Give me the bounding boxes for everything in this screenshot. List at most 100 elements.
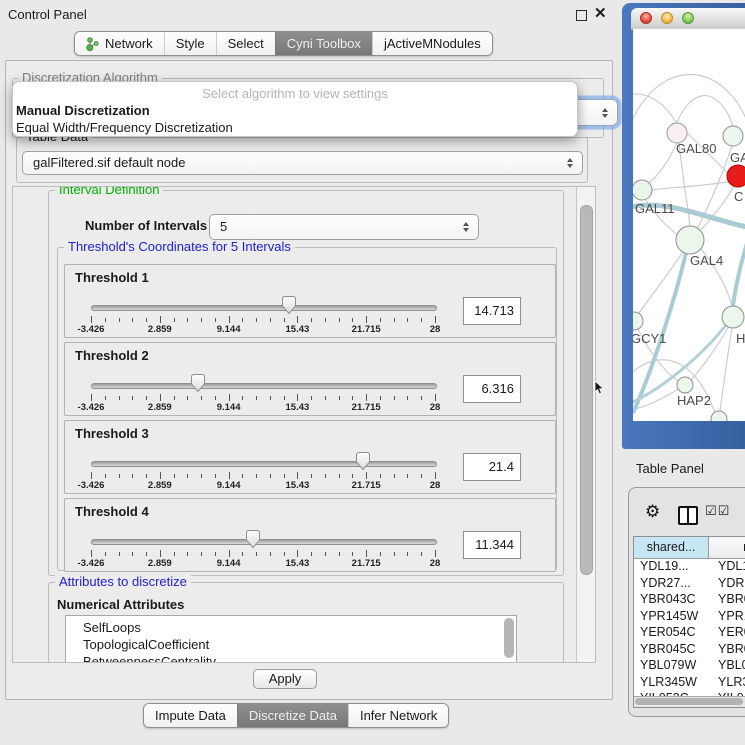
table-body: YDL19...YDL1YDR27...YDR2YBR043CYBR0YPR14… [634, 558, 745, 697]
tab-infer-network[interactable]: Infer Network [348, 704, 448, 727]
close-window-icon[interactable] [640, 12, 652, 24]
network-node-ga[interactable] [723, 126, 743, 146]
table-row[interactable]: YPR145WYPR1 [634, 608, 745, 625]
table-cell: YDR27... [634, 575, 709, 592]
slider-tick [421, 552, 422, 556]
network-edge [691, 326, 729, 380]
network-node-c[interactable] [727, 165, 745, 187]
table-column-header[interactable]: na [709, 537, 745, 558]
slider-tick [325, 318, 326, 322]
attribute-item[interactable]: TopologicalCoefficient [66, 636, 516, 653]
slider-tick-label: 21.715 [352, 480, 381, 491]
table-row[interactable]: YBL079WYBL0 [634, 657, 745, 674]
vertical-scrollbar[interactable] [576, 187, 595, 662]
tab-impute-data[interactable]: Impute Data [144, 704, 237, 727]
threshold-value-field[interactable]: 11.344 [463, 531, 521, 559]
network-node-hap2[interactable] [677, 377, 693, 393]
threshold-value-field[interactable]: 14.713 [463, 297, 521, 325]
table-column-header[interactable]: shared... [634, 537, 709, 558]
algorithm-option[interactable]: Equal Width/Frequency Discretization [13, 119, 577, 136]
network-node-gal4[interactable] [676, 226, 704, 254]
gear-icon[interactable]: ⚙ [645, 502, 660, 522]
network-node-gcy1[interactable] [633, 312, 643, 330]
table-row[interactable]: YDL19...YDL1 [634, 558, 745, 575]
slider-track[interactable] [91, 383, 437, 389]
table-cell: YBL079W [634, 657, 709, 674]
slider-tick [352, 552, 353, 556]
tab-cyni-toolbox[interactable]: Cyni Toolbox [275, 32, 372, 55]
table-cell: YDL1 [709, 558, 745, 575]
number-of-intervals-label: Number of Intervals [85, 218, 207, 233]
table-row[interactable]: YLR345WYLR3 [634, 674, 745, 691]
threshold-value-field[interactable]: 21.4 [463, 453, 521, 481]
stepper-icon [602, 108, 608, 118]
threshold-panel: Threshold 4 -3.4262.8599.14415.4321.7152… [64, 498, 556, 572]
tab-discretize-data[interactable]: Discretize Data [237, 704, 348, 727]
network-node[interactable] [711, 411, 727, 421]
minimize-window-icon[interactable] [661, 12, 673, 24]
slider-tick-label: -3.426 [78, 480, 105, 491]
slider-tick [160, 550, 161, 557]
slider-thumb[interactable] [190, 373, 206, 393]
close-icon[interactable]: ✕ [594, 4, 607, 22]
slider-tick [215, 396, 216, 400]
slider-tick [174, 318, 175, 322]
slider-track[interactable] [91, 305, 437, 311]
zoom-window-icon[interactable] [682, 12, 694, 24]
threshold-value-field[interactable]: 6.316 [463, 375, 521, 403]
slider-tick [201, 474, 202, 478]
slider-tick [105, 396, 106, 400]
slider-tick [119, 396, 120, 400]
slider-tick [325, 396, 326, 400]
attribute-item[interactable]: SelfLoops [66, 619, 516, 636]
attribute-item[interactable]: BetweennessCentrality [66, 653, 516, 663]
horizontal-scrollbar[interactable] [634, 696, 745, 707]
network-node-gal80[interactable] [667, 123, 687, 143]
network-node-gal11[interactable] [633, 180, 652, 200]
slider-tick [380, 396, 381, 400]
checkbox-icons[interactable]: ☑☑ [705, 504, 730, 519]
tab-jactivemnodules[interactable]: jActiveMNodules [372, 32, 492, 55]
list-scrollbar-thumb[interactable] [504, 618, 514, 658]
table-row[interactable]: YDR27...YDR2 [634, 575, 745, 592]
slider-thumb[interactable] [355, 451, 371, 471]
network-node-label: H [736, 331, 745, 346]
table-row[interactable]: YER054CYER0 [634, 624, 745, 641]
slider-tick [187, 318, 188, 322]
float-window-icon[interactable] [576, 10, 587, 21]
slider-tick [407, 318, 408, 322]
table-data-combobox[interactable]: galFiltered.sif default node [22, 151, 583, 175]
slider-thumb[interactable] [281, 295, 297, 315]
number-of-intervals-combobox[interactable]: 5 [209, 214, 479, 240]
table-data-combobox-value: galFiltered.sif default node [23, 152, 582, 174]
numerical-attributes-list[interactable]: SelfLoopsTopologicalCoefficientBetweenne… [65, 615, 517, 663]
horizontal-scrollbar-thumb[interactable] [635, 698, 743, 705]
slider-tick-labels: -3.4262.8599.14415.4321.71528 [65, 480, 555, 491]
number-of-intervals-value: 5 [210, 215, 478, 239]
slider-tick [91, 394, 92, 401]
slider-tick [174, 552, 175, 556]
slider-thumb[interactable] [245, 529, 261, 549]
slider-tick [270, 396, 271, 400]
slider-track[interactable] [91, 461, 437, 467]
split-view-icon[interactable] [678, 506, 698, 525]
network-canvas[interactable]: GAL80GACGAL11GAL4GCY1HHAP2 [633, 29, 745, 421]
table-row[interactable]: YBR043CYBR0 [634, 591, 745, 608]
slider-tick-label: 2.859 [148, 324, 172, 335]
algorithm-option[interactable]: Select algorithm to view settings [13, 85, 577, 102]
network-window-titlebar[interactable] [631, 8, 745, 30]
slider-tick [407, 552, 408, 556]
slider-tick-label: 28 [430, 558, 441, 569]
table-row[interactable]: YBR045CYBR0 [634, 641, 745, 658]
slider-tick [394, 396, 395, 400]
tab-style[interactable]: Style [164, 32, 216, 55]
slider-track[interactable] [91, 539, 437, 545]
network-node-h[interactable] [722, 306, 744, 328]
tab-network[interactable]: Network [75, 32, 164, 55]
tab-select[interactable]: Select [216, 32, 275, 55]
slider-tick [146, 318, 147, 322]
vertical-scrollbar-thumb[interactable] [580, 205, 593, 575]
apply-button[interactable]: Apply [253, 669, 317, 689]
slider-tick [242, 318, 243, 322]
algorithm-option[interactable]: Manual Discretization [13, 102, 577, 119]
